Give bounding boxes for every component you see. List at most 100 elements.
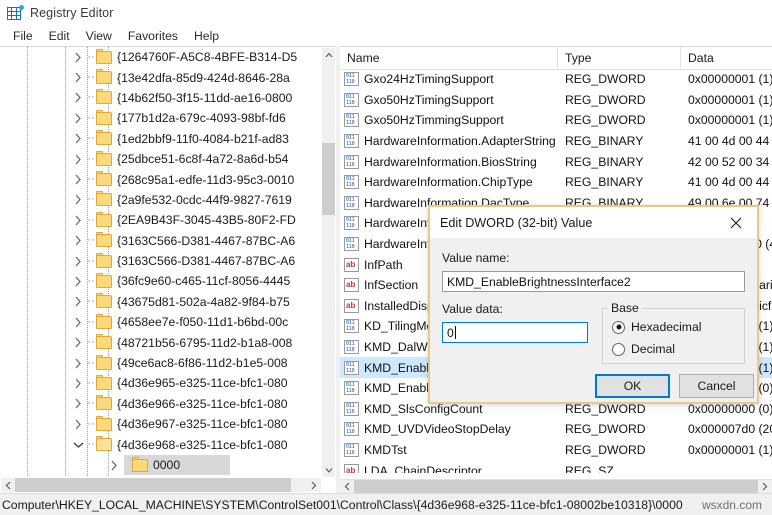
chevron-right-icon[interactable]: [70, 416, 86, 432]
value-name-text: InfSection: [364, 278, 418, 292]
radio-hexadecimal[interactable]: Hexadecimal: [612, 320, 701, 334]
chevron-right-icon[interactable]: [70, 355, 86, 371]
tree-item[interactable]: ··{1264760F-A5C8-4BFE-B314-D5: [0, 47, 322, 67]
tree-scroll-up-icon[interactable]: [322, 48, 335, 62]
tree-scroll-left-icon[interactable]: [1, 478, 15, 492]
chevron-down-icon[interactable]: [70, 437, 86, 453]
tree-item[interactable]: ··{4d36e966-e325-11ce-bfc1-080: [0, 394, 322, 414]
registry-editor-window: Registry Editor File Edit View Favorites…: [0, 0, 772, 515]
chevron-right-icon[interactable]: [70, 212, 86, 228]
list-hscroll-thumb[interactable]: [354, 480, 758, 493]
tree-item[interactable]: ··{177b1d2a-679c-4093-98bf-fd6: [0, 108, 322, 128]
tree-item[interactable]: ··{4d36e965-e325-11ce-bfc1-080: [0, 373, 322, 393]
base-group-label: Base: [608, 301, 642, 315]
column-header-name[interactable]: Name: [340, 47, 558, 69]
chevron-right-icon[interactable]: [70, 192, 86, 208]
list-scroll-left-icon[interactable]: [340, 480, 354, 493]
tree-vertical-scrollbar[interactable]: [322, 48, 335, 477]
tree-hscroll-thumb[interactable]: [15, 478, 291, 492]
chevron-right-icon[interactable]: [70, 375, 86, 391]
chevron-right-icon[interactable]: [70, 151, 86, 167]
tree-item[interactable]: ··{14b62f50-3f15-11dd-ae16-0800: [0, 88, 322, 108]
value-name-text: HardwareInformation.ChipType: [364, 175, 533, 189]
tree-item[interactable]: ··{13e42dfa-85d9-424d-8646-28a: [0, 67, 322, 87]
binary-value-icon: 011110: [344, 237, 359, 251]
chevron-right-icon[interactable]: [70, 233, 86, 249]
folder-icon: [96, 234, 112, 247]
table-row[interactable]: 011110Gxo24HzTimingSupportREG_DWORD0x000…: [340, 69, 772, 90]
menu-favorites[interactable]: Favorites: [120, 27, 186, 46]
tree-item[interactable]: ·· {36fc9e60-c465-11cf-8056-4445: [0, 271, 322, 291]
chevron-right-icon[interactable]: [70, 335, 86, 351]
tree-item[interactable]: ··{2a9fe532-0cdc-44f9-9827-7619: [0, 190, 322, 210]
tree-item[interactable]: ··{1ed2bbf9-11f0-4084-b21f-ad83: [0, 129, 322, 149]
tree-item[interactable]: ··0000: [0, 455, 322, 475]
folder-icon: [96, 173, 112, 186]
dialog-title: Edit DWORD (32-bit) Value: [440, 216, 592, 230]
menu-view[interactable]: View: [78, 27, 120, 46]
tree-item[interactable]: ··{25dbce51-6c8f-4a72-8a6d-b54: [0, 149, 322, 169]
chevron-right-icon[interactable]: [70, 70, 86, 86]
chevron-right-icon[interactable]: [70, 253, 86, 269]
table-row[interactable]: 011110KMD_UVDVideoStopDelayREG_DWORD0x00…: [340, 419, 772, 440]
registry-editor-icon: [7, 5, 23, 21]
column-header-type[interactable]: Type: [558, 47, 681, 69]
chevron-right-icon[interactable]: [70, 294, 86, 310]
chevron-right-icon[interactable]: [106, 457, 122, 473]
value-name-input[interactable]: KMD_EnableBrightnessInterface2: [442, 271, 745, 292]
table-row[interactable]: 011110Gxo50HzTimingSupportREG_DWORD0x000…: [340, 90, 772, 111]
menu-help[interactable]: Help: [186, 27, 227, 46]
value-name-text: HardwareInformation.BiosString: [364, 155, 537, 169]
tree-item-label: 0000: [153, 458, 180, 472]
ok-button[interactable]: OK: [595, 374, 670, 398]
tree-item[interactable]: ··{3163C566-D381-4467-87BC-A6: [0, 251, 322, 271]
column-header-data[interactable]: Data: [681, 47, 772, 69]
radio-decimal[interactable]: Decimal: [612, 342, 675, 356]
chevron-right-icon[interactable]: [70, 110, 86, 126]
table-row[interactable]: 011110HardwareInformation.ChipTypeREG_BI…: [340, 172, 772, 193]
tree-item[interactable]: ··{43675d81-502a-4a82-9f84-b75: [0, 292, 322, 312]
tree-scroll-right-icon[interactable]: [307, 478, 321, 492]
tree-connector: ··: [86, 276, 96, 287]
string-value-icon: ab: [344, 464, 359, 473]
table-row[interactable]: 011110HardwareInformation.AdapterStringR…: [340, 131, 772, 152]
tree-item[interactable]: ··{4658ee7e-f050-11d1-b6bd-00c: [0, 312, 322, 332]
cancel-button[interactable]: Cancel: [679, 374, 754, 398]
list-horizontal-scrollbar[interactable]: [340, 479, 772, 493]
tree-scroll-down-icon[interactable]: [322, 463, 335, 477]
tree-item-label: {49ce6ac8-6f86-11d2-b1e5-008: [117, 356, 288, 370]
menu-edit[interactable]: Edit: [41, 27, 78, 46]
tree-item[interactable]: ··{2EA9B43F-3045-43B5-80F2-FD: [0, 210, 322, 230]
list-scroll-right-icon[interactable]: [758, 480, 772, 493]
menu-file[interactable]: File: [5, 27, 41, 46]
tree-item[interactable]: ··0001: [0, 475, 322, 477]
tree-scroll-thumb[interactable]: [322, 143, 335, 215]
close-icon[interactable]: [715, 207, 757, 238]
value-name-cell: abLDA_ChainDescriptor: [340, 464, 558, 473]
tree-item[interactable]: ··{3163C566-D381-4467-87BC-A6: [0, 231, 322, 251]
tree-connector: ··: [86, 235, 96, 246]
registry-tree-list[interactable]: ··{1264760F-A5C8-4BFE-B314-D5··{13e42dfa…: [0, 47, 322, 477]
chevron-right-icon[interactable]: [70, 273, 86, 289]
chevron-right-icon[interactable]: [70, 172, 86, 188]
tree-item[interactable]: ··{49ce6ac8-6f86-11d2-b1e5-008: [0, 353, 322, 373]
tree-item[interactable]: ··{4d36e968-e325-11ce-bfc1-080: [0, 434, 322, 454]
table-row[interactable]: 011110HardwareInformation.BiosStringREG_…: [340, 151, 772, 172]
table-row[interactable]: 011110Gxo50HzTimmingSupportREG_DWORD0x00…: [340, 110, 772, 131]
tree-item[interactable]: ··{48721b56-6795-11d2-b1a8-008: [0, 332, 322, 352]
tree-item-label: {36fc9e60-c465-11cf-8056-4445: [117, 274, 290, 288]
value-name-cell: 011110Gxo24HzTimingSupport: [340, 72, 558, 86]
table-row[interactable]: 011110KMDTstREG_DWORD0x00000001 (1): [340, 440, 772, 461]
tree-item[interactable]: ··{4d36e967-e325-11ce-bfc1-080: [0, 414, 322, 434]
chevron-right-icon[interactable]: [70, 396, 86, 412]
tree-horizontal-scrollbar[interactable]: [1, 478, 321, 492]
chevron-right-icon[interactable]: [70, 131, 86, 147]
tree-item[interactable]: ··{268c95a1-edfe-11d3-95c3-0010: [0, 169, 322, 189]
value-data-input[interactable]: 0: [442, 322, 588, 343]
chevron-right-icon[interactable]: [70, 90, 86, 106]
chevron-right-icon[interactable]: [70, 49, 86, 65]
tree-item-label: {1ed2bbf9-11f0-4084-b21f-ad83: [117, 132, 289, 146]
chevron-right-icon[interactable]: [70, 314, 86, 330]
table-row[interactable]: abLDA_ChainDescriptorREG_SZ: [340, 460, 772, 473]
folder-icon: [96, 153, 112, 166]
